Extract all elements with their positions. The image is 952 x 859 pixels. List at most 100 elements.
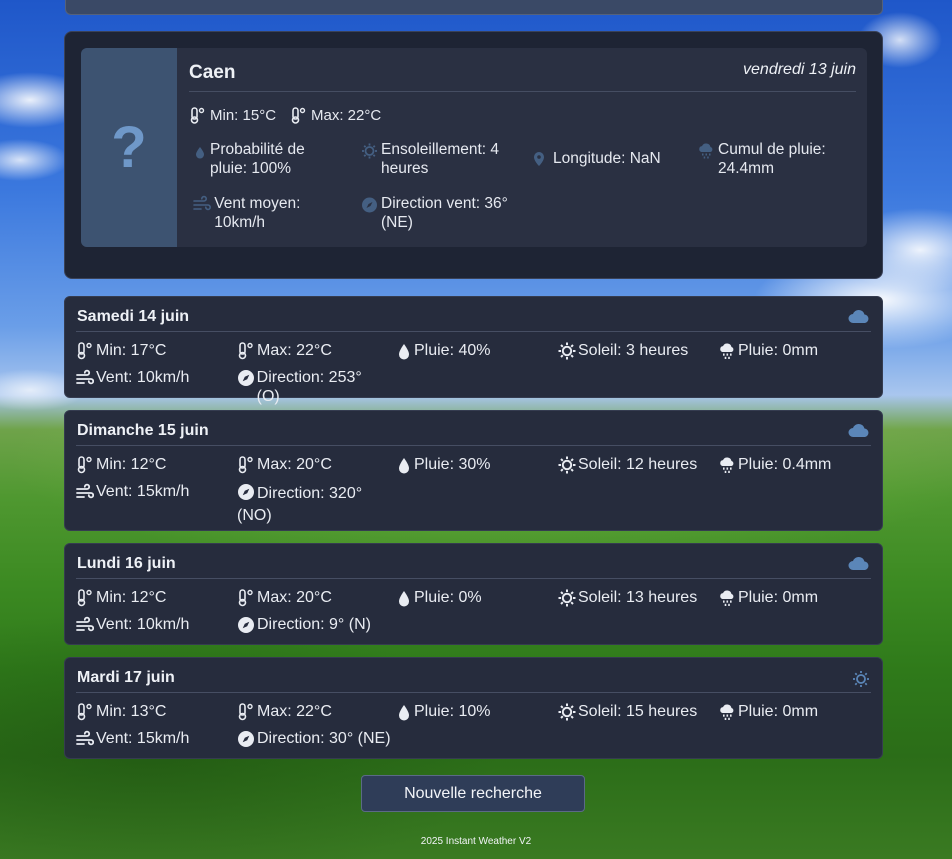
wind-icon bbox=[76, 615, 96, 634]
thermometer-icon bbox=[189, 106, 207, 124]
current-weather-panel: ? Caen vendredi 13 juin Min: 15°C Max: 2… bbox=[64, 31, 883, 279]
day-rain-probability: Pluie: 30% bbox=[397, 455, 491, 474]
droplet-icon bbox=[397, 341, 414, 360]
city-name: Caen bbox=[189, 62, 236, 83]
compass-icon bbox=[237, 482, 257, 506]
day-direction: Direction: 30° (NE) bbox=[237, 729, 397, 748]
compass-icon bbox=[361, 194, 378, 213]
day-direction-text: Direction: 30° (NE) bbox=[257, 730, 391, 747]
sun-icon bbox=[558, 455, 578, 474]
current-longitude-text: Longitude: NaN bbox=[553, 150, 661, 167]
current-rain-total-text: Cumul de pluie: 24.4mm bbox=[718, 141, 826, 177]
day-min-text: Min: 12°C bbox=[96, 589, 167, 606]
day-rain-probability-text: Pluie: 30% bbox=[414, 456, 491, 473]
wind-icon bbox=[193, 194, 211, 213]
droplet-icon bbox=[397, 588, 414, 607]
current-weather-card: ? Caen vendredi 13 juin Min: 15°C Max: 2… bbox=[81, 48, 867, 247]
day-rain-probability-text: Pluie: 40% bbox=[414, 342, 491, 359]
cloud-icon bbox=[848, 556, 870, 576]
cloud-icon bbox=[848, 309, 870, 329]
current-min-text: Min: 15°C bbox=[210, 107, 277, 124]
previous-panel-edge bbox=[65, 0, 883, 15]
sun-icon bbox=[558, 702, 578, 721]
day-rain: Pluie: 0mm bbox=[718, 588, 818, 607]
cloud-icon bbox=[848, 423, 870, 443]
day-rain-probability-text: Pluie: 0% bbox=[414, 589, 482, 606]
current-min: Min: 15°C bbox=[189, 106, 276, 125]
cloud-rain-icon bbox=[718, 455, 738, 474]
droplet-icon bbox=[397, 702, 414, 721]
question-icon: ? bbox=[111, 115, 147, 180]
day-min-text: Min: 12°C bbox=[96, 456, 167, 473]
day-max: Max: 20°C bbox=[237, 588, 332, 607]
day-sun-text: Soleil: 12 heures bbox=[578, 456, 698, 473]
current-wind-direction-text: Direction vent: 36° (NE) bbox=[381, 195, 508, 231]
compass-icon bbox=[237, 729, 257, 748]
thermometer-icon bbox=[237, 455, 257, 474]
day-rain-text: Pluie: 0mm bbox=[738, 589, 819, 606]
day-wind-text: Vent: 15km/h bbox=[96, 483, 190, 500]
thermometer-icon bbox=[76, 702, 96, 721]
day-wind-text: Vent: 10km/h bbox=[96, 616, 190, 633]
day-sun-text: Soleil: 15 heures bbox=[578, 703, 698, 720]
day-rain-text: Pluie: 0mm bbox=[738, 342, 819, 359]
day-wind: Vent: 15km/h bbox=[76, 482, 189, 501]
divider bbox=[76, 578, 871, 579]
wind-icon bbox=[76, 482, 96, 501]
day-rain-text: Pluie: 0.4mm bbox=[738, 456, 832, 473]
day-sun: Soleil: 13 heures bbox=[558, 588, 697, 607]
wind-icon bbox=[76, 368, 96, 387]
droplet-icon bbox=[397, 455, 414, 474]
cloud-rain-icon bbox=[718, 341, 738, 360]
current-max-text: Max: 22°C bbox=[311, 107, 382, 124]
day-title: Dimanche 15 juin bbox=[77, 422, 209, 439]
day-wind-text: Vent: 10km/h bbox=[96, 369, 190, 386]
day-min: Min: 13°C bbox=[76, 702, 166, 721]
day-wind: Vent: 10km/h bbox=[76, 615, 189, 634]
day-wind: Vent: 10km/h bbox=[76, 368, 189, 387]
day-direction-text: Direction: 253° (O) bbox=[256, 369, 362, 405]
location-pin-icon bbox=[532, 149, 550, 168]
day-min: Min: 12°C bbox=[76, 588, 166, 607]
forecast-day-card: Lundi 16 juin Min: 12°C Max: 20°C Pluie:… bbox=[64, 543, 883, 645]
divider bbox=[76, 445, 871, 446]
cloud-rain-icon bbox=[718, 588, 738, 607]
current-wind: Vent moyen: 10km/h bbox=[193, 194, 343, 232]
day-wind-text: Vent: 15km/h bbox=[96, 730, 190, 747]
day-max-text: Max: 22°C bbox=[257, 342, 332, 359]
day-max-text: Max: 22°C bbox=[257, 703, 332, 720]
current-wind-direction: Direction vent: 36° (NE) bbox=[361, 194, 521, 232]
wind-icon bbox=[76, 729, 96, 748]
sun-icon bbox=[558, 588, 578, 607]
thermometer-icon bbox=[76, 341, 96, 360]
day-rain: Pluie: 0mm bbox=[718, 341, 818, 360]
footer-text: 2025 Instant Weather V2 bbox=[420, 836, 532, 847]
sun-icon bbox=[558, 341, 578, 360]
day-max: Max: 22°C bbox=[237, 702, 332, 721]
day-max: Max: 20°C bbox=[237, 455, 332, 474]
thermometer-icon bbox=[237, 588, 257, 607]
day-wind: Vent: 15km/h bbox=[76, 729, 189, 748]
cloud-rain-icon bbox=[697, 140, 715, 159]
new-search-button[interactable]: Nouvelle recherche bbox=[361, 775, 585, 812]
day-title: Mardi 17 juin bbox=[77, 669, 175, 686]
divider bbox=[76, 692, 871, 693]
thermometer-icon bbox=[237, 341, 257, 360]
current-max: Max: 22°C bbox=[290, 106, 381, 125]
day-sun: Soleil: 3 heures bbox=[558, 341, 688, 360]
day-rain: Pluie: 0mm bbox=[718, 702, 818, 721]
day-rain-text: Pluie: 0mm bbox=[738, 703, 819, 720]
current-rain-total: Cumul de pluie: 24.4mm bbox=[697, 140, 857, 178]
droplet-icon bbox=[193, 140, 207, 159]
thermometer-icon bbox=[237, 702, 257, 721]
day-rain-probability: Pluie: 0% bbox=[397, 588, 482, 607]
day-sun: Soleil: 12 heures bbox=[558, 455, 697, 474]
day-title: Lundi 16 juin bbox=[77, 555, 176, 572]
day-sun: Soleil: 15 heures bbox=[558, 702, 697, 721]
thermometer-icon bbox=[76, 588, 96, 607]
day-title: Samedi 14 juin bbox=[77, 308, 190, 325]
forecast-day-card: Samedi 14 juin Min: 17°C Max: 22°C Pluie… bbox=[64, 296, 883, 405]
compass-icon bbox=[237, 368, 257, 387]
day-rain-probability-text: Pluie: 10% bbox=[414, 703, 491, 720]
sun-icon bbox=[852, 670, 870, 693]
